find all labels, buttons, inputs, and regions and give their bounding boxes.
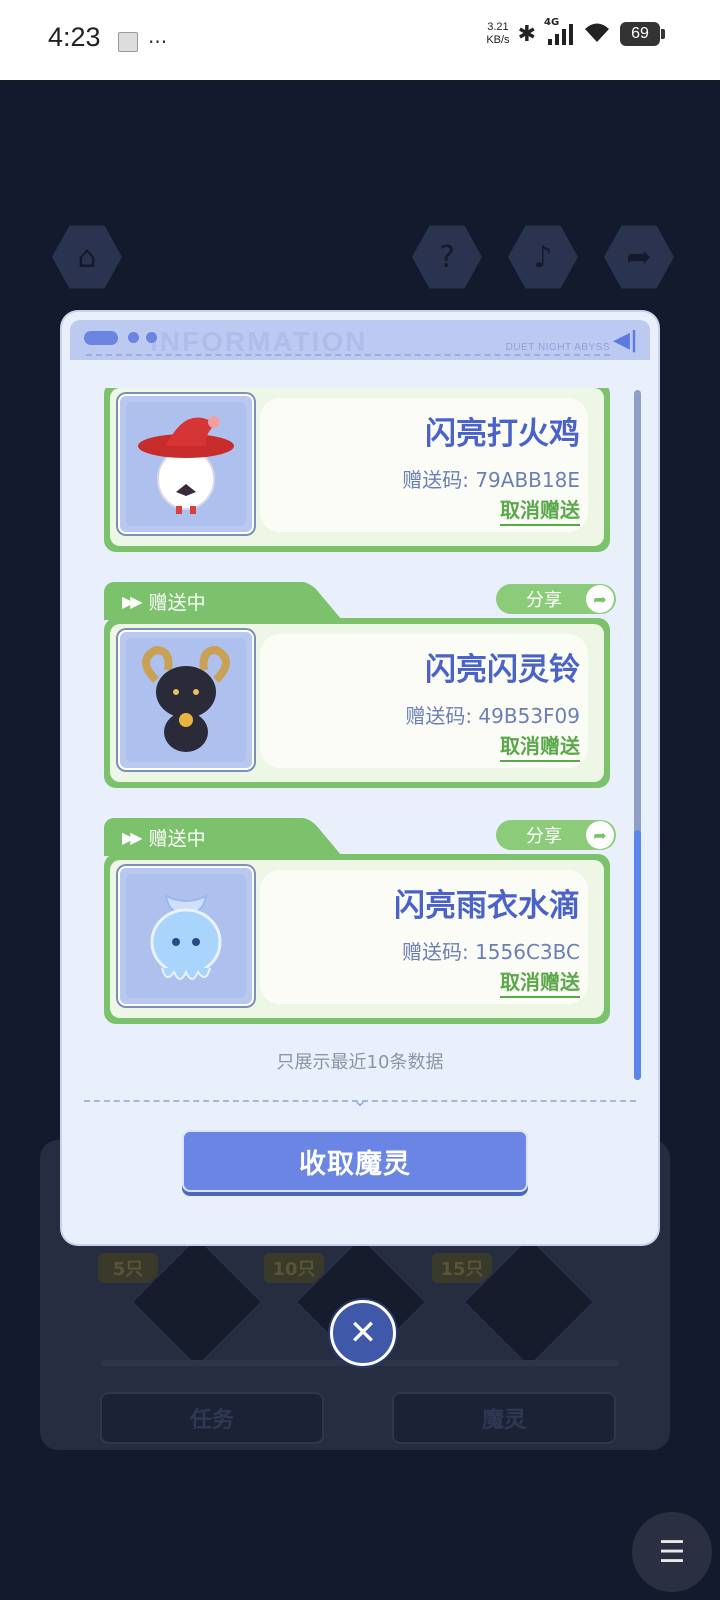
wifi-icon bbox=[582, 20, 612, 48]
cancel-gift-button[interactable]: 取消赠送 bbox=[500, 730, 580, 762]
notification-icons: ··· bbox=[118, 30, 167, 54]
milestone-tag-15: 15只 bbox=[432, 1253, 492, 1283]
bluetooth-icon: ✱ bbox=[517, 21, 536, 47]
gift-card: 闪亮闪灵铃 赠送码: 49B53F09 取消赠送 bbox=[104, 618, 610, 788]
gifting-status-label: 赠送中 bbox=[148, 827, 206, 850]
gift-dialog: INFORMATION DUET NIGHT ABYSS ◀| 闪亮打火鸡 赠送… bbox=[62, 312, 658, 1244]
gift-card: 闪亮雨衣水滴 赠送码: 1556C3BC 取消赠送 bbox=[104, 854, 610, 1024]
spirit-name: 闪亮闪灵铃 bbox=[425, 652, 580, 688]
gifting-status-label: 赠送中 bbox=[148, 591, 206, 614]
gift-code: 赠送码: 1556C3BC bbox=[401, 940, 580, 964]
raincoat-droplet-icon bbox=[150, 894, 222, 980]
black-goat-icon bbox=[142, 645, 230, 752]
gift-card: 闪亮打火鸡 赠送码: 79ABB18E 取消赠送 bbox=[104, 388, 610, 552]
list-scrollbar[interactable] bbox=[634, 390, 641, 1080]
more-dots-icon: ··· bbox=[148, 30, 168, 54]
avatar bbox=[118, 866, 254, 1006]
gift-list[interactable]: 闪亮打火鸡 赠送码: 79ABB18E 取消赠送 ▶▶ 赠送中 分享 ➦ 闪亮闪… bbox=[104, 388, 616, 1078]
share-label: 分享 bbox=[526, 826, 562, 847]
milestone-tag-10: 10只 bbox=[264, 1253, 324, 1283]
header-brand-text: DUET NIGHT ABYSS bbox=[505, 342, 610, 353]
spirit-name: 闪亮雨衣水滴 bbox=[394, 888, 580, 924]
avatar bbox=[118, 630, 254, 770]
list-item: ▶▶ 赠送中 分享 ➦ bbox=[104, 818, 616, 1030]
fire-chicken-icon bbox=[138, 416, 234, 514]
recent-data-note: 只展示最近10条数据 bbox=[276, 1052, 444, 1073]
status-right: 3.21 KB/s ✱ 4G 69 bbox=[486, 17, 665, 48]
fast-forward-icon: ▶▶ bbox=[122, 827, 143, 847]
header-pill-decoration bbox=[84, 331, 118, 345]
network-speed-value: 3.21 bbox=[487, 21, 509, 33]
cancel-gift-button[interactable]: 取消赠送 bbox=[500, 494, 580, 526]
cellular-signal-icon: 4G bbox=[544, 17, 574, 47]
status-bar: 4:23 ··· 3.21 KB/s ✱ 4G 69 bbox=[0, 0, 720, 80]
share-button[interactable]: 分享 ➦ bbox=[496, 584, 616, 614]
gifting-status-tab: ▶▶ 赠送中 bbox=[104, 582, 304, 620]
dialog-header: INFORMATION DUET NIGHT ABYSS ◀| bbox=[70, 320, 650, 360]
status-time: 4:23 bbox=[48, 22, 101, 52]
header-dashed-line bbox=[86, 354, 610, 356]
gifting-status-tab: ▶▶ 赠送中 bbox=[104, 818, 304, 856]
share-arrow-icon: ➦ bbox=[586, 821, 614, 849]
collapse-icon[interactable]: ◀| bbox=[613, 328, 638, 353]
avatar bbox=[118, 394, 254, 534]
fast-forward-icon: ▶▶ bbox=[122, 591, 143, 611]
menu-icon[interactable]: ☰ bbox=[632, 1512, 712, 1592]
collect-spirit-button[interactable]: 收取魔灵 bbox=[182, 1130, 528, 1192]
share-button[interactable]: 分享 ➦ bbox=[496, 820, 616, 850]
close-icon[interactable]: ✕ bbox=[330, 1300, 396, 1366]
milestone-tag-5: 5只 bbox=[98, 1253, 158, 1283]
gift-code: 赠送码: 49B53F09 bbox=[405, 704, 580, 728]
cancel-gift-button[interactable]: 取消赠送 bbox=[500, 966, 580, 998]
spirit-name: 闪亮打火鸡 bbox=[425, 416, 580, 452]
header-dot-decoration bbox=[146, 332, 157, 343]
share-arrow-icon: ➦ bbox=[586, 585, 614, 613]
list-item: ▶▶ 赠送中 分享 ➦ bbox=[104, 582, 616, 794]
tab-spirits[interactable]: 魔灵 bbox=[392, 1392, 616, 1444]
battery-indicator: 69 bbox=[620, 22, 665, 46]
cellular-label: 4G bbox=[544, 17, 560, 28]
list-item: 闪亮打火鸡 赠送码: 79ABB18E 取消赠送 bbox=[104, 388, 616, 562]
share-label: 分享 bbox=[526, 590, 562, 611]
header-dot-decoration bbox=[128, 332, 139, 343]
gift-code: 赠送码: 79ABB18E bbox=[402, 468, 580, 492]
app-notification-icon bbox=[118, 32, 138, 52]
divider-gem-icon: ⌄ bbox=[352, 1090, 368, 1111]
scrollbar-thumb[interactable] bbox=[634, 830, 641, 1080]
tab-tasks[interactable]: 任务 bbox=[100, 1392, 324, 1444]
network-speed-unit: KB/s bbox=[486, 34, 510, 46]
network-speed: 3.21 KB/s bbox=[486, 21, 509, 47]
